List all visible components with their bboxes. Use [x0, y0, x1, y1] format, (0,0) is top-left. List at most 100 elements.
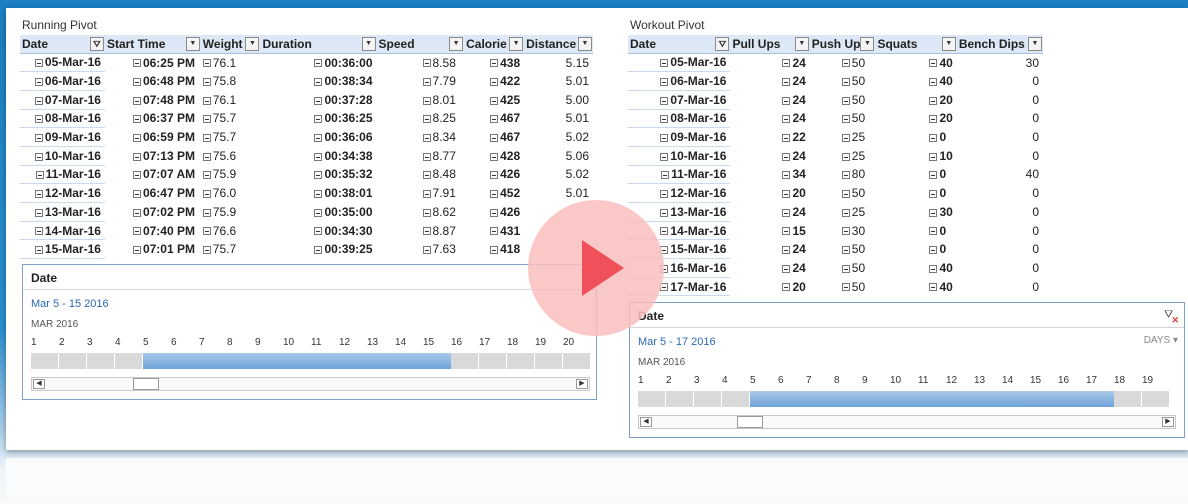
- column-header[interactable]: Distance ▼: [524, 35, 593, 54]
- slicer-day-selected[interactable]: [1030, 391, 1058, 407]
- slicer-day[interactable]: [1142, 391, 1169, 407]
- minus-box-icon[interactable]: [661, 171, 670, 180]
- minus-box-icon[interactable]: [132, 208, 141, 217]
- minus-box-icon[interactable]: [929, 264, 938, 273]
- slicer-day[interactable]: [722, 391, 749, 407]
- column-header[interactable]: Speed ▼: [376, 35, 465, 54]
- minus-box-icon[interactable]: [132, 115, 141, 124]
- minus-box-icon[interactable]: [422, 152, 431, 161]
- slicer-day-selected[interactable]: [862, 391, 890, 407]
- minus-box-icon[interactable]: [841, 96, 850, 105]
- slicer-day-selected[interactable]: [255, 353, 283, 369]
- minus-box-icon[interactable]: [841, 133, 850, 142]
- minus-box-icon[interactable]: [841, 171, 850, 180]
- slicer-day[interactable]: [535, 353, 562, 369]
- minus-box-icon[interactable]: [490, 115, 499, 124]
- minus-box-icon[interactable]: [34, 246, 43, 255]
- slicer-day-selected[interactable]: [778, 391, 806, 407]
- minus-box-icon[interactable]: [314, 189, 323, 198]
- minus-box-icon[interactable]: [490, 96, 499, 105]
- column-header[interactable]: Duration ▼: [260, 35, 377, 54]
- minus-box-icon[interactable]: [929, 115, 938, 124]
- minus-box-icon[interactable]: [34, 96, 43, 105]
- minus-box-icon[interactable]: [422, 59, 431, 68]
- minus-box-icon[interactable]: [34, 115, 43, 124]
- minus-box-icon[interactable]: [782, 208, 791, 217]
- minus-box-icon[interactable]: [841, 189, 850, 198]
- scroll-left-icon[interactable]: ◀: [33, 379, 45, 389]
- dropdown-arrow-icon[interactable]: ▼: [794, 36, 809, 51]
- slicer-day-selected[interactable]: [171, 353, 199, 369]
- minus-box-icon[interactable]: [929, 189, 938, 198]
- minus-box-icon[interactable]: [422, 115, 431, 124]
- minus-box-icon[interactable]: [841, 227, 850, 236]
- minus-box-icon[interactable]: [490, 171, 499, 180]
- scroll-left-icon[interactable]: ◀: [640, 417, 652, 427]
- slicer-day-selected[interactable]: [890, 391, 918, 407]
- minus-box-icon[interactable]: [422, 208, 431, 217]
- minus-box-icon[interactable]: [132, 246, 141, 255]
- minus-box-icon[interactable]: [34, 189, 43, 198]
- slicer-day-selected[interactable]: [918, 391, 946, 407]
- minus-box-icon[interactable]: [422, 227, 431, 236]
- minus-box-icon[interactable]: [929, 152, 938, 161]
- column-header[interactable]: Push Up ▼: [809, 35, 876, 54]
- minus-box-icon[interactable]: [490, 133, 499, 142]
- minus-box-icon[interactable]: [782, 96, 791, 105]
- dropdown-arrow-icon[interactable]: ▼: [361, 36, 376, 51]
- slicer-day-selected[interactable]: [946, 391, 974, 407]
- filter-icon[interactable]: ⛛: [89, 36, 104, 51]
- minus-box-icon[interactable]: [841, 246, 850, 255]
- minus-box-icon[interactable]: [490, 208, 499, 217]
- minus-box-icon[interactable]: [782, 283, 791, 292]
- slicer-day[interactable]: [563, 353, 590, 369]
- minus-box-icon[interactable]: [314, 227, 323, 236]
- dropdown-arrow-icon[interactable]: ▼: [509, 36, 524, 51]
- minus-box-icon[interactable]: [314, 77, 323, 86]
- minus-box-icon[interactable]: [202, 77, 211, 86]
- slicer-day[interactable]: [59, 353, 86, 369]
- minus-box-icon[interactable]: [202, 115, 211, 124]
- slicer-scrollbar[interactable]: ◀ ▶: [638, 415, 1176, 429]
- minus-box-icon[interactable]: [841, 208, 850, 217]
- slicer-day-selected[interactable]: [395, 353, 423, 369]
- slicer-day-selected[interactable]: [974, 391, 1002, 407]
- slicer-day[interactable]: [1114, 391, 1141, 407]
- column-header[interactable]: Bench Dips ▼: [956, 35, 1043, 54]
- slicer-day-selected[interactable]: [311, 353, 339, 369]
- minus-box-icon[interactable]: [841, 264, 850, 273]
- slicer-day-selected[interactable]: [1002, 391, 1030, 407]
- minus-box-icon[interactable]: [660, 152, 669, 161]
- minus-box-icon[interactable]: [314, 152, 323, 161]
- slicer-day-selected[interactable]: [834, 391, 862, 407]
- slicer-day-selected[interactable]: [1086, 391, 1114, 407]
- play-button[interactable]: [528, 200, 664, 336]
- minus-box-icon[interactable]: [490, 246, 499, 255]
- minus-box-icon[interactable]: [782, 59, 791, 68]
- minus-box-icon[interactable]: [422, 246, 431, 255]
- minus-box-icon[interactable]: [660, 115, 669, 124]
- minus-box-icon[interactable]: [34, 133, 43, 142]
- minus-box-icon[interactable]: [314, 171, 323, 180]
- column-header[interactable]: Squats ▼: [875, 35, 957, 54]
- minus-box-icon[interactable]: [490, 189, 499, 198]
- minus-box-icon[interactable]: [660, 189, 669, 198]
- minus-box-icon[interactable]: [34, 152, 43, 161]
- slicer-day[interactable]: [666, 391, 693, 407]
- filter-icon[interactable]: ⛛: [715, 36, 730, 51]
- minus-box-icon[interactable]: [202, 59, 211, 68]
- slicer-day[interactable]: [451, 353, 478, 369]
- minus-box-icon[interactable]: [132, 59, 141, 68]
- minus-box-icon[interactable]: [841, 59, 850, 68]
- minus-box-icon[interactable]: [929, 59, 938, 68]
- minus-box-icon[interactable]: [34, 77, 43, 86]
- scroll-right-icon[interactable]: ▶: [576, 379, 588, 389]
- slicer-day-selected[interactable]: [806, 391, 834, 407]
- slicer-level-dropdown[interactable]: DAYS ▾: [1144, 335, 1178, 346]
- minus-box-icon[interactable]: [422, 133, 431, 142]
- dropdown-arrow-icon[interactable]: ▼: [245, 36, 260, 51]
- minus-box-icon[interactable]: [660, 59, 669, 68]
- minus-box-icon[interactable]: [314, 133, 323, 142]
- minus-box-icon[interactable]: [132, 96, 141, 105]
- slicer-day-selected[interactable]: [750, 391, 778, 407]
